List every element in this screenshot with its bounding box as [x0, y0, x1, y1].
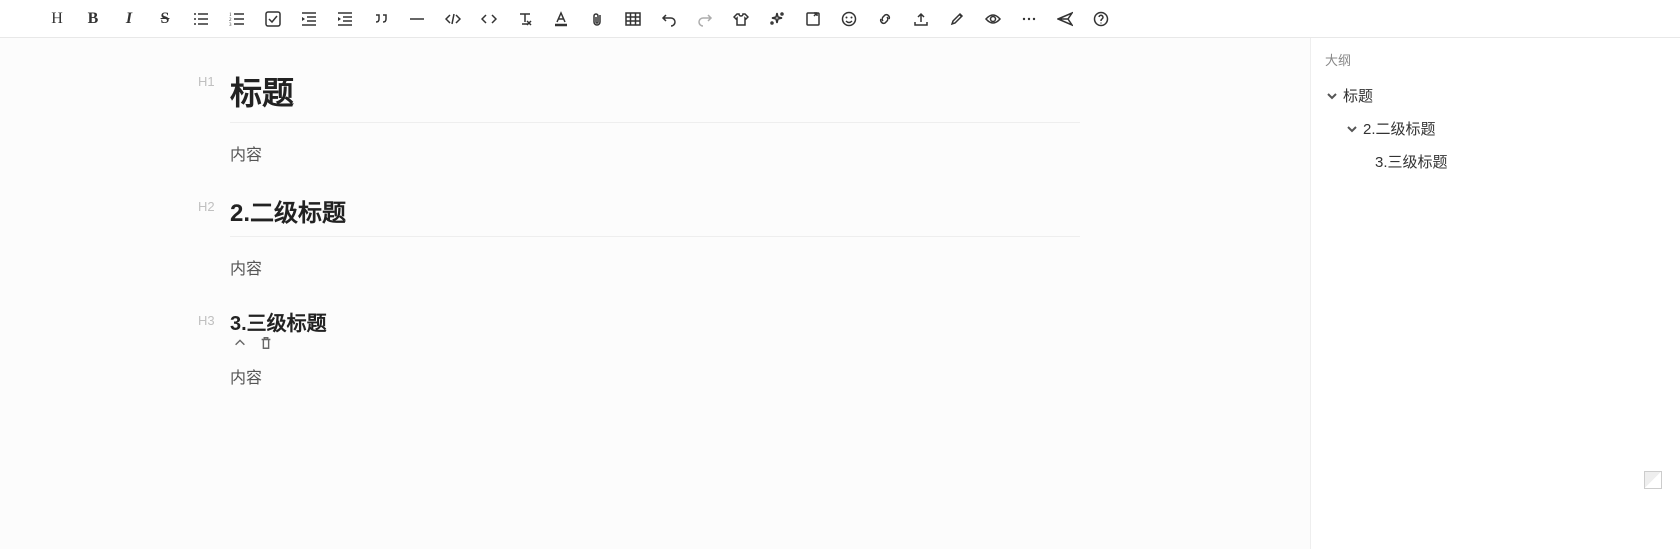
heading-1-block[interactable]: H1 标题: [230, 68, 1080, 123]
outline-item-h2[interactable]: 2.二级标题: [1325, 112, 1666, 145]
tshirt-button[interactable]: [732, 10, 750, 28]
block-float-tools: [232, 335, 274, 351]
heading-2-block[interactable]: H2 2.二级标题: [230, 193, 1080, 237]
outline-title: 大纲: [1325, 48, 1666, 79]
upload-button[interactable]: [912, 10, 930, 28]
outdent-button[interactable]: [300, 10, 318, 28]
paragraph-3[interactable]: 内容: [230, 340, 1080, 416]
ordered-list-button[interactable]: 123: [228, 10, 246, 28]
collapse-up-icon[interactable]: [232, 335, 248, 351]
main-layout: H1 标题 内容 H2 2.二级标题 内容 H3 3.三级标题 内容 大纲: [0, 38, 1680, 549]
document: H1 标题 内容 H2 2.二级标题 内容 H3 3.三级标题 内容: [230, 68, 1080, 549]
indent-button[interactable]: [336, 10, 354, 28]
heading-1-text[interactable]: 标题: [230, 68, 1080, 123]
edit-button[interactable]: [948, 10, 966, 28]
outline-pane: 大纲 标题 2.二级标题 3.三级标题: [1310, 38, 1680, 549]
outline-item-h3[interactable]: 3.三级标题: [1325, 145, 1666, 178]
outline-item-label: 3.三级标题: [1375, 151, 1448, 172]
sparkle-button[interactable]: [768, 10, 786, 28]
heading-button[interactable]: H: [48, 10, 66, 28]
code-inline-button[interactable]: [444, 10, 462, 28]
emoji-button[interactable]: [840, 10, 858, 28]
paragraph-2[interactable]: 内容: [230, 241, 1080, 307]
broken-image-icon: [1644, 471, 1662, 489]
table-button[interactable]: [624, 10, 642, 28]
attachment-button[interactable]: [588, 10, 606, 28]
clear-format-button[interactable]: [516, 10, 534, 28]
outline-item-label: 2.二级标题: [1363, 118, 1436, 139]
help-button[interactable]: [1092, 10, 1110, 28]
chevron-down-icon[interactable]: [1325, 89, 1339, 103]
link-button[interactable]: [876, 10, 894, 28]
bold-button[interactable]: B: [84, 10, 102, 28]
redo-button[interactable]: [696, 10, 714, 28]
code-block-button[interactable]: [480, 10, 498, 28]
h2-gutter-label: H2: [198, 199, 215, 214]
checklist-button[interactable]: [264, 10, 282, 28]
svg-text:3: 3: [229, 23, 232, 27]
heading-3-text[interactable]: 3.三级标题: [230, 307, 1080, 340]
divider-button[interactable]: [408, 10, 426, 28]
paragraph-1[interactable]: 内容: [230, 127, 1080, 193]
chevron-down-icon[interactable]: [1345, 122, 1359, 136]
export-note-button[interactable]: [804, 10, 822, 28]
italic-button[interactable]: I: [120, 10, 138, 28]
heading-3-block[interactable]: H3 3.三级标题: [230, 307, 1080, 340]
quote-button[interactable]: [372, 10, 390, 28]
undo-button[interactable]: [660, 10, 678, 28]
outline-item-h1[interactable]: 标题: [1325, 79, 1666, 112]
send-button[interactable]: [1056, 10, 1074, 28]
toolbar: H B I S 123: [0, 0, 1680, 38]
h3-gutter-label: H3: [198, 313, 215, 328]
preview-button[interactable]: [984, 10, 1002, 28]
strikethrough-button[interactable]: S: [156, 10, 174, 28]
heading-2-text[interactable]: 2.二级标题: [230, 193, 1080, 237]
font-color-button[interactable]: [552, 10, 570, 28]
unordered-list-button[interactable]: [192, 10, 210, 28]
h1-gutter-label: H1: [198, 74, 215, 89]
outline-item-label: 标题: [1343, 85, 1373, 106]
more-button[interactable]: [1020, 10, 1038, 28]
trash-icon[interactable]: [258, 335, 274, 351]
editor-pane[interactable]: H1 标题 内容 H2 2.二级标题 内容 H3 3.三级标题 内容: [0, 38, 1310, 549]
